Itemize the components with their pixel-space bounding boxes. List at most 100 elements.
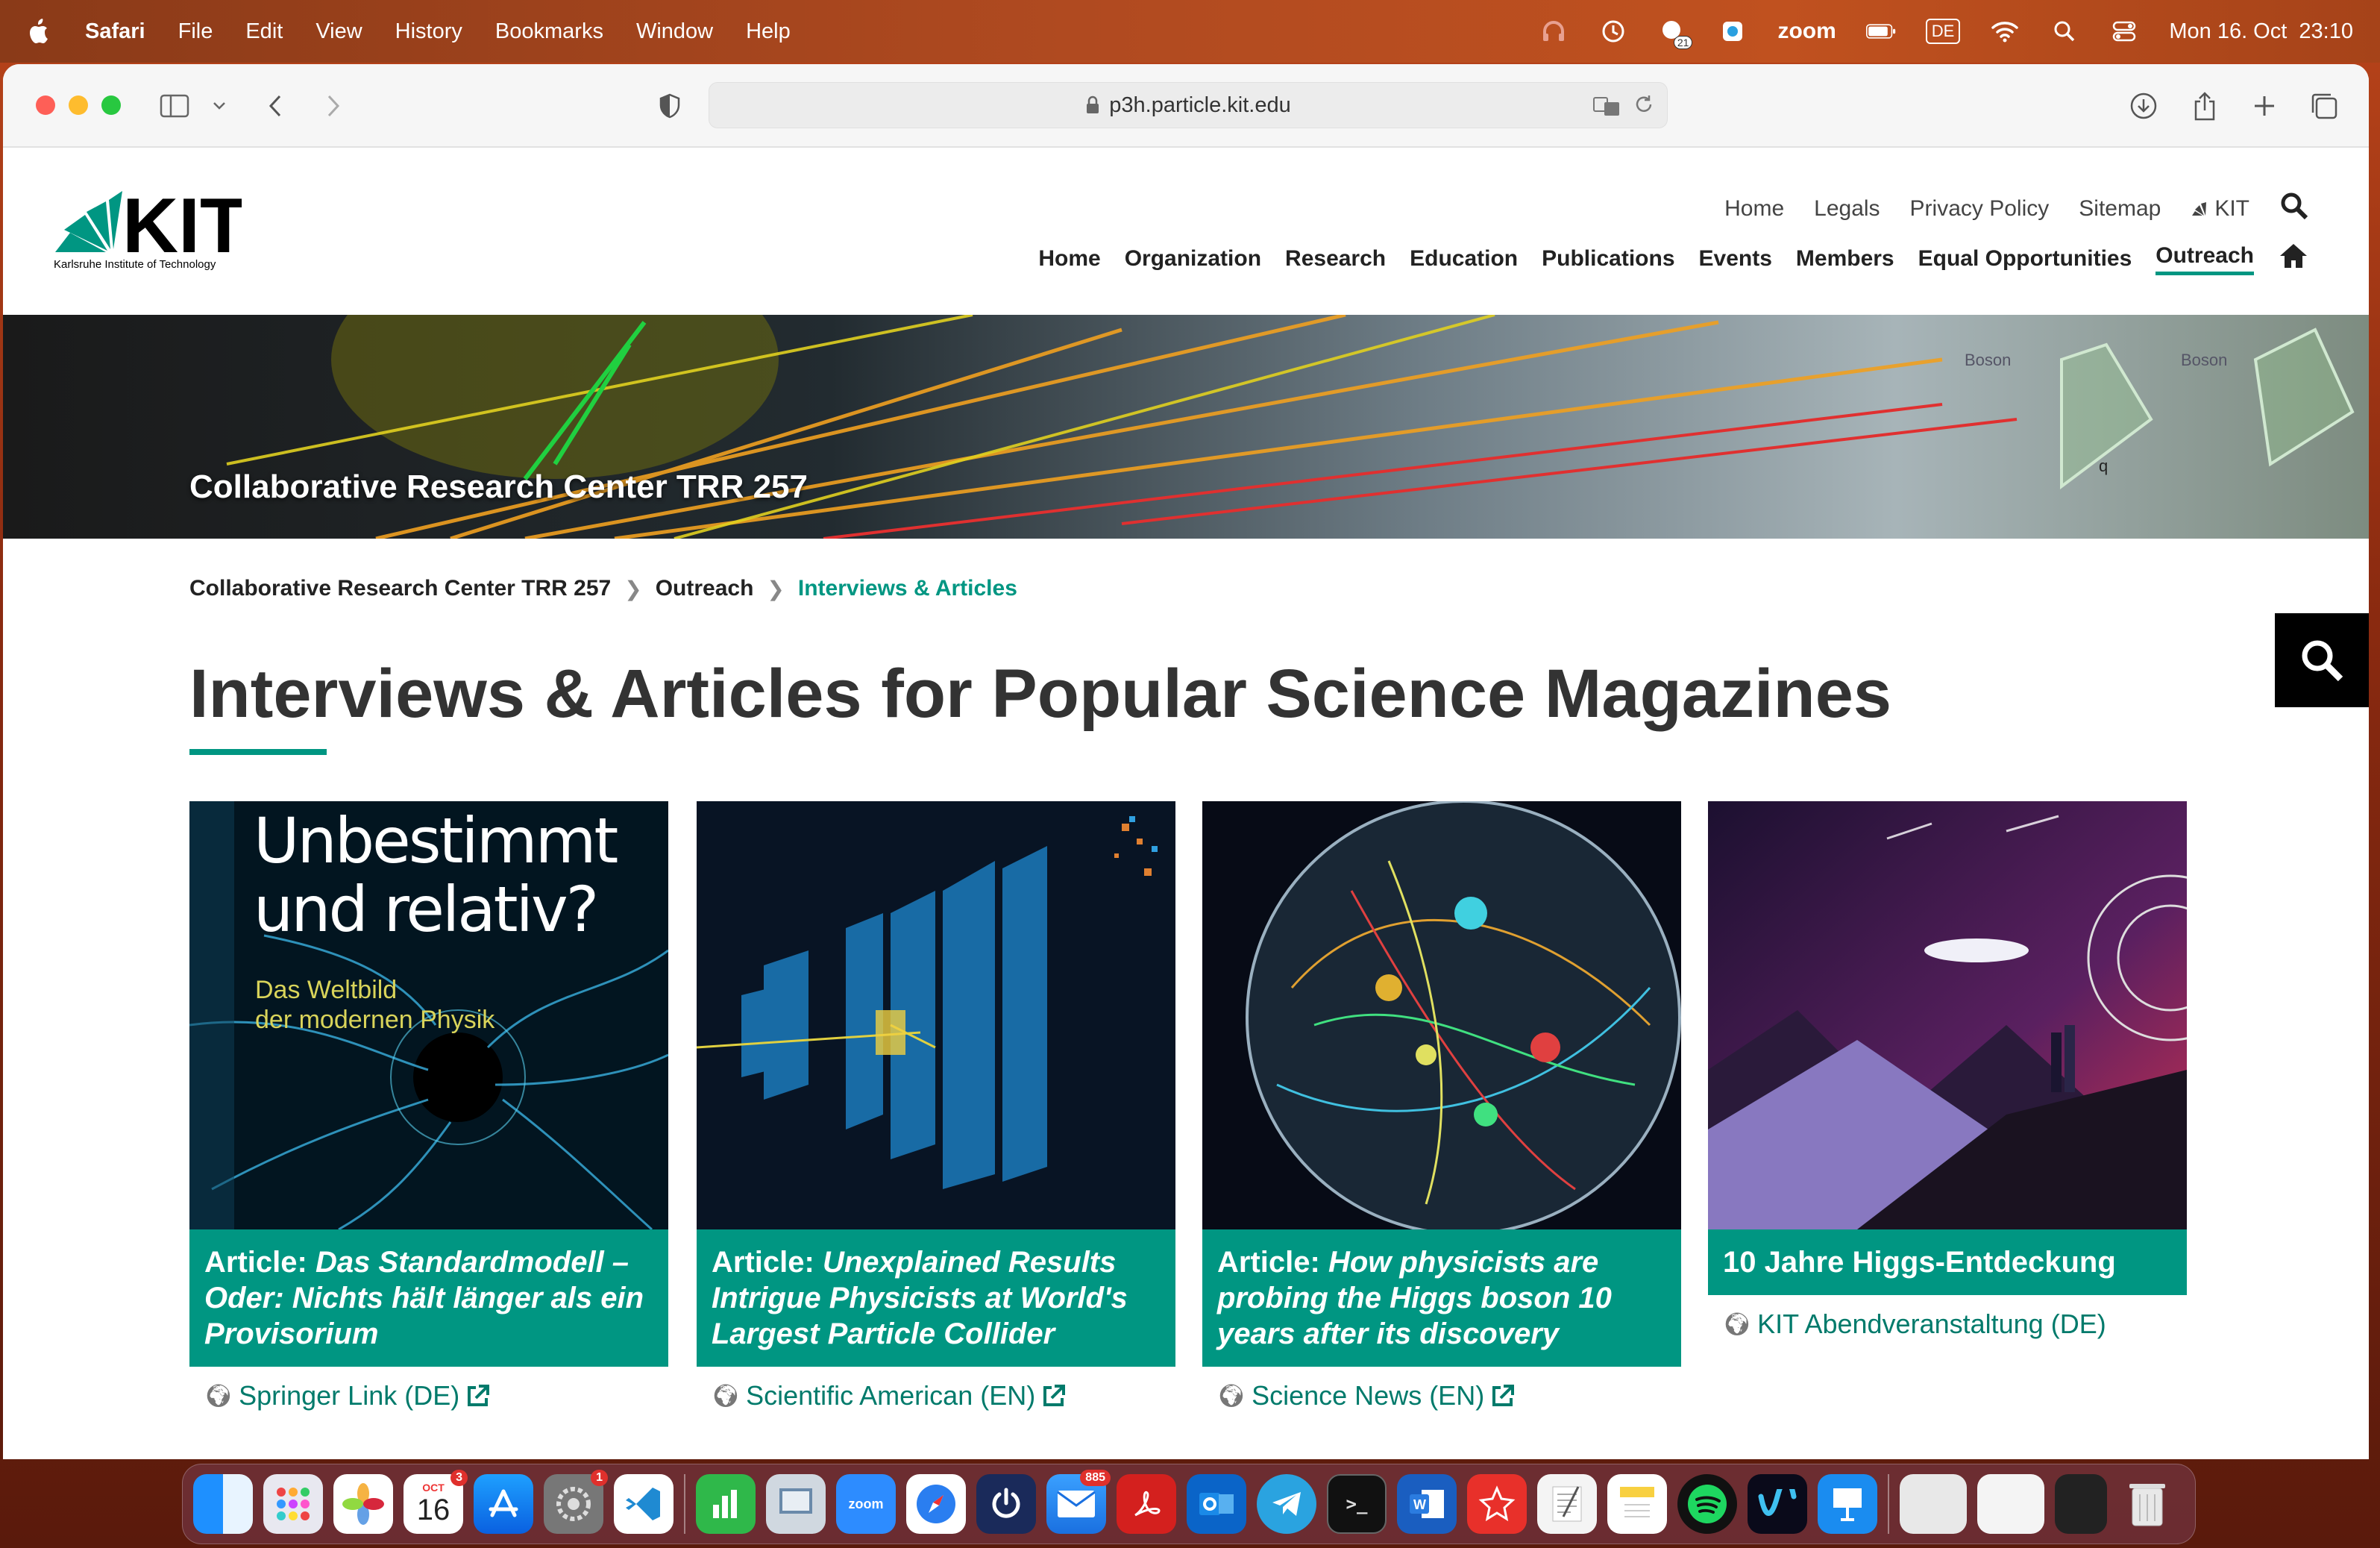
affinity-icon[interactable] (1467, 1474, 1527, 1534)
article-card[interactable]: Unbestimmt und relativ? Das Weltbild der… (189, 801, 668, 1411)
menu-history[interactable]: History (395, 19, 462, 44)
finder-icon[interactable] (193, 1474, 253, 1534)
back-arrow-icon[interactable] (260, 91, 292, 121)
control-center-icon[interactable] (2109, 16, 2139, 46)
menu-edit[interactable]: Edit (245, 19, 283, 44)
menu-file[interactable]: File (178, 19, 213, 44)
kit-logo[interactable]: KIT Karlsruhe Institute of Technology (48, 183, 248, 271)
menu-view[interactable]: View (315, 19, 362, 44)
reload-icon[interactable] (1633, 93, 1655, 122)
card-source-link[interactable]: 🌍︎ Springer Link (DE) (189, 1380, 668, 1411)
acrobat-icon[interactable] (1117, 1474, 1176, 1534)
sidebar-toggle-icon[interactable] (158, 91, 191, 121)
zoom-status-label[interactable]: zoom (1777, 19, 1836, 44)
photos-icon[interactable] (333, 1474, 393, 1534)
apple-icon[interactable] (27, 16, 52, 46)
outlook-icon[interactable] (1187, 1474, 1246, 1534)
power-timer-icon[interactable] (976, 1474, 1036, 1534)
breadcrumb-current[interactable]: Interviews & Articles (798, 576, 1017, 601)
keynote-icon[interactable] (1818, 1474, 1877, 1534)
address-bar[interactable]: p3h.particle.kit.edu (709, 82, 1668, 128)
card-image-particle-sphere[interactable] (1202, 801, 1681, 1229)
card-caption[interactable]: Article: Das Standardmodell – Oder: Nich… (189, 1229, 668, 1367)
service-nav-privacy-policy[interactable]: Privacy Policy (1910, 196, 2050, 222)
card-image-book-cover[interactable]: Unbestimmt und relativ? Das Weltbild der… (189, 801, 668, 1229)
chevron-down-icon[interactable] (203, 91, 236, 121)
nav-organization[interactable]: Organization (1125, 246, 1261, 272)
card-image-detector[interactable] (697, 801, 1175, 1229)
card-image-higgs-illustration[interactable] (1708, 801, 2187, 1229)
downloads-icon[interactable] (2127, 91, 2160, 121)
word-icon[interactable]: W (1397, 1474, 1457, 1534)
vscode-icon[interactable] (614, 1474, 674, 1534)
notes-icon[interactable] (1607, 1474, 1667, 1534)
breadcrumb-trr257[interactable]: Collaborative Research Center TRR 257 (189, 576, 611, 601)
terminal-icon[interactable]: >_ (1327, 1474, 1387, 1534)
mail-icon[interactable]: 885 (1046, 1470, 1111, 1534)
floating-search-button[interactable] (2275, 613, 2369, 707)
privacy-shield-icon[interactable] (653, 91, 686, 121)
card-source-link[interactable]: 🌍︎ KIT Abendveranstaltung (DE) (1708, 1309, 2187, 1340)
headphones-icon[interactable] (1539, 16, 1569, 46)
breadcrumb-outreach[interactable]: Outreach (656, 576, 754, 601)
menu-clock[interactable]: Mon 16. Oct 23:10 (2169, 19, 2353, 44)
zoom-window-button[interactable] (101, 95, 121, 115)
preview-icon[interactable] (766, 1474, 826, 1534)
translate-icon[interactable] (1592, 95, 1622, 123)
keyboard-layout-indicator[interactable]: DE (1925, 19, 1961, 44)
calendar-icon[interactable]: OCT 16 3 (404, 1470, 468, 1534)
tab-overview-icon[interactable] (2308, 91, 2340, 121)
card-caption[interactable]: Article: Unexplained Results Intrigue Ph… (697, 1229, 1175, 1367)
card-source-link[interactable]: 🌍︎ Science News (EN) (1202, 1380, 1681, 1411)
notification-app-icon[interactable]: 21 (1658, 16, 1693, 49)
forward-arrow-icon[interactable] (316, 91, 349, 121)
recent-window-thumbnail[interactable] (2055, 1474, 2107, 1534)
site-search-icon[interactable] (2279, 191, 2309, 227)
service-nav-kit[interactable]: KIT (2191, 196, 2249, 222)
new-tab-icon[interactable] (2248, 91, 2281, 121)
spotify-icon[interactable] (1677, 1474, 1737, 1534)
service-nav-sitemap[interactable]: Sitemap (2079, 196, 2161, 222)
card-source-link[interactable]: 🌍︎ Scientific American (EN) (697, 1380, 1175, 1411)
article-card[interactable]: Article: How physicists are probing the … (1202, 801, 1681, 1411)
app-status-icon[interactable] (1718, 16, 1748, 46)
nav-outreach[interactable]: Outreach (2155, 243, 2254, 275)
service-nav-home[interactable]: Home (1724, 196, 1784, 222)
launchpad-icon[interactable] (263, 1474, 323, 1534)
article-card[interactable]: 10 Jahre Higgs-Entdeckung 🌍︎ KIT Abendve… (1708, 801, 2187, 1340)
trash-icon[interactable] (2117, 1474, 2177, 1534)
webex-icon[interactable] (1748, 1474, 1807, 1534)
safari-app-icon[interactable] (906, 1474, 966, 1534)
wifi-icon[interactable] (1990, 16, 2020, 46)
menu-window[interactable]: Window (636, 19, 713, 44)
service-nav-legals[interactable]: Legals (1814, 196, 1880, 222)
article-card[interactable]: Article: Unexplained Results Intrigue Ph… (697, 801, 1175, 1411)
telegram-icon[interactable] (1257, 1474, 1316, 1534)
textedit-icon[interactable] (1537, 1474, 1597, 1534)
nav-research[interactable]: Research (1285, 246, 1386, 272)
recent-window-thumbnail[interactable] (1900, 1474, 1967, 1534)
menu-help[interactable]: Help (746, 19, 791, 44)
share-icon[interactable] (2188, 91, 2221, 121)
battery-icon[interactable] (1865, 16, 1896, 46)
power-clock-icon[interactable] (1598, 16, 1628, 46)
system-settings-icon[interactable]: 1 (544, 1470, 608, 1534)
home-icon[interactable] (2278, 242, 2309, 276)
card-caption[interactable]: 10 Jahre Higgs-Entdeckung (1708, 1229, 2187, 1295)
nav-home[interactable]: Home (1038, 246, 1100, 272)
nav-events[interactable]: Events (1699, 246, 1772, 272)
nav-publications[interactable]: Publications (1542, 246, 1674, 272)
app-store-icon[interactable] (474, 1474, 533, 1534)
spotlight-search-icon[interactable] (2050, 16, 2079, 46)
card-caption[interactable]: Article: How physicists are probing the … (1202, 1229, 1681, 1367)
zoom-app-icon[interactable]: zoom (836, 1474, 896, 1534)
nav-members[interactable]: Members (1796, 246, 1894, 272)
recent-window-thumbnail[interactable] (1977, 1474, 2044, 1534)
close-window-button[interactable] (36, 95, 55, 115)
nav-equal-opportunities[interactable]: Equal Opportunities (1918, 246, 2132, 272)
nav-education[interactable]: Education (1410, 246, 1518, 272)
menu-bookmarks[interactable]: Bookmarks (495, 19, 603, 44)
minimize-window-button[interactable] (69, 95, 88, 115)
numbers-icon[interactable] (696, 1474, 756, 1534)
menu-app-name[interactable]: Safari (85, 19, 145, 44)
